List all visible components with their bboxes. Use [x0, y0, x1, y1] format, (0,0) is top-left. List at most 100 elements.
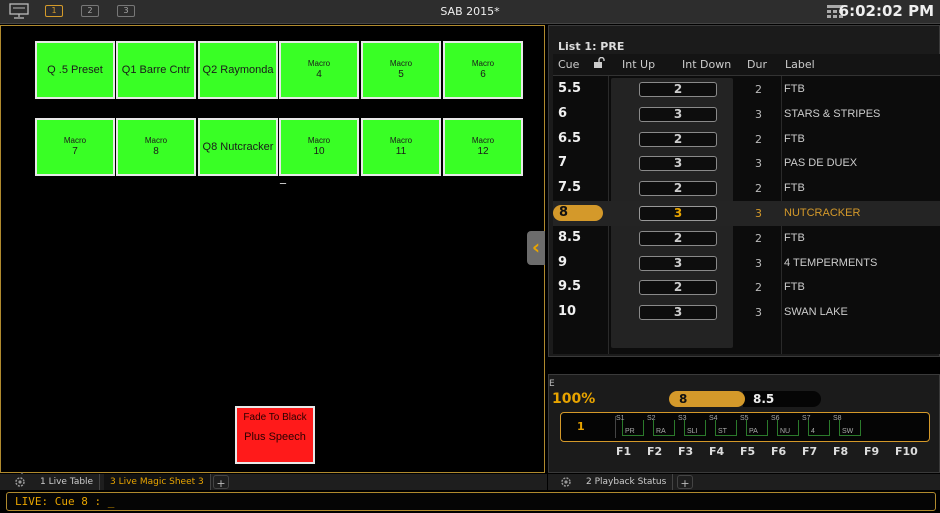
macro-button[interactable]: Macro 7	[35, 118, 115, 176]
macro-button[interactable]: Macro 8	[116, 118, 196, 176]
duration[interactable]: 3	[755, 157, 762, 170]
cue-number[interactable]: 5.5	[558, 81, 581, 96]
cue-row[interactable]: 8.5 2 2 FTB	[553, 226, 940, 251]
cue-number[interactable]: 9.5	[558, 279, 581, 294]
gear-icon[interactable]	[14, 476, 26, 488]
workspace-2-button[interactable]: 2	[81, 5, 99, 17]
fade-to-black-button[interactable]: Fade To Black Plus Speech	[235, 406, 315, 464]
cue-number[interactable]: 8	[553, 205, 603, 221]
monitor-icon[interactable]	[9, 3, 29, 19]
function-key-2[interactable]: F2	[647, 445, 662, 458]
duration[interactable]: 3	[755, 207, 762, 220]
intensity-time[interactable]: 2	[639, 131, 717, 147]
duration[interactable]: 2	[755, 83, 762, 96]
macro-button[interactable]: Macro 11	[361, 118, 441, 176]
cue-label[interactable]: NUTCRACKER	[784, 207, 860, 219]
magic-sheet-cue-button[interactable]: Q8 Nutcracker	[198, 118, 278, 176]
function-key-3[interactable]: F3	[678, 445, 693, 458]
cue-label[interactable]: FTB	[784, 83, 805, 95]
cue-row[interactable]: 7 3 3 PAS DE DUEX	[553, 151, 940, 176]
magic-sheet-cue-button[interactable]: Q .5 Preset	[35, 41, 115, 99]
header-dur[interactable]: Dur	[747, 58, 767, 71]
fader-slot[interactable]: S4 ST	[709, 415, 737, 439]
macro-button[interactable]: Macro 6	[443, 41, 523, 99]
duration[interactable]: 2	[755, 133, 762, 146]
function-key-8[interactable]: F8	[833, 445, 848, 458]
cue-row[interactable]: 6.5 2 2 FTB	[553, 127, 940, 152]
unlock-icon[interactable]	[593, 57, 605, 69]
tab-live-table[interactable]: 1 Live Table	[34, 474, 101, 490]
fader-slot[interactable]: S6 NU	[771, 415, 799, 439]
duration[interactable]: 2	[755, 232, 762, 245]
function-key-7[interactable]: F7	[802, 445, 817, 458]
function-key-10[interactable]: F10	[895, 445, 918, 458]
cue-number[interactable]: 9	[558, 255, 567, 270]
fader-strip[interactable]: 1 S1 PR S2 RA S3 SLI S4 ST S5 PA S6 NU S7 4 S8 SW	[560, 412, 930, 442]
duration[interactable]: 2	[755, 182, 762, 195]
macro-button[interactable]: Macro 5	[361, 41, 441, 99]
intensity-time[interactable]: 3	[639, 305, 717, 321]
cue-number[interactable]: 8.5	[558, 230, 581, 245]
header-int-down[interactable]: Int Down	[682, 58, 731, 71]
fader-slot[interactable]: S7 4	[802, 415, 830, 439]
gear-icon[interactable]	[560, 476, 572, 488]
function-key-1[interactable]: F1	[616, 445, 631, 458]
intensity-time[interactable]: 3	[639, 106, 717, 122]
cue-label[interactable]: FTB	[784, 281, 805, 293]
function-key-6[interactable]: F6	[771, 445, 786, 458]
cue-row[interactable]: 9.5 2 2 FTB	[553, 275, 940, 300]
header-int-up[interactable]: Int Up	[622, 58, 655, 71]
cue-number[interactable]: 6.5	[558, 131, 581, 146]
cue-row[interactable]: 6 3 3 STARS & STRIPES	[553, 102, 940, 127]
intensity-time[interactable]: 2	[639, 82, 717, 97]
cue-label[interactable]: SWAN LAKE	[784, 306, 848, 318]
fader-slot[interactable]: S8 SW	[833, 415, 861, 439]
duration[interactable]: 3	[755, 257, 762, 270]
cue-label[interactable]: 4 TEMPERMENTS	[784, 257, 877, 269]
duration[interactable]: 2	[755, 281, 762, 294]
header-label[interactable]: Label	[785, 58, 815, 71]
cue-row[interactable]: 7.5 2 2 FTB	[553, 176, 940, 201]
function-key-9[interactable]: F9	[864, 445, 879, 458]
duration[interactable]: 3	[755, 108, 762, 121]
add-tab-button[interactable]: +	[213, 475, 229, 490]
intensity-time[interactable]: 2	[639, 230, 717, 246]
workspace-1-button[interactable]: 1	[45, 5, 63, 17]
macro-button[interactable]: Macro 4	[279, 41, 359, 99]
function-key-4[interactable]: F4	[709, 445, 724, 458]
cue-row[interactable]: 10 3 3 SWAN LAKE	[553, 300, 940, 325]
cue-number[interactable]: 7.5	[558, 180, 581, 195]
intensity-time[interactable]: 2	[639, 280, 717, 296]
fader-slot[interactable]: S5 PA	[740, 415, 768, 439]
cue-label[interactable]: FTB	[784, 182, 805, 194]
cue-row[interactable]: 5.5 2 2 FTB	[553, 77, 940, 102]
tab-live-magic-sheet[interactable]: 3 Live Magic Sheet 3	[104, 474, 211, 490]
function-key-5[interactable]: F5	[740, 445, 755, 458]
cue-number[interactable]: 10	[558, 304, 576, 319]
intensity-time[interactable]: 3	[639, 255, 717, 271]
fader-slot[interactable]: S2 RA	[647, 415, 675, 439]
collapse-panel-chevron-icon[interactable]: ‹	[527, 231, 545, 265]
add-tab-button[interactable]: +	[677, 475, 693, 490]
workspace-3-button[interactable]: 3	[117, 5, 135, 17]
cue-label[interactable]: STARS & STRIPES	[784, 108, 880, 120]
cue-row[interactable]: 8 3 3 NUTCRACKER	[553, 201, 940, 226]
magic-sheet-cue-button[interactable]: Q2 Raymonda	[198, 41, 278, 99]
intensity-time[interactable]: 2	[639, 181, 717, 197]
cue-label[interactable]: PAS DE DUEX	[784, 157, 857, 169]
fader-slot[interactable]: S1 PR	[616, 415, 644, 439]
cue-row[interactable]: 9 3 3 4 TEMPERMENTS	[553, 251, 940, 276]
cue-number[interactable]: 6	[558, 106, 567, 121]
command-line[interactable]: LIVE: Cue 8 : _	[6, 492, 936, 511]
duration[interactable]: 3	[755, 306, 762, 319]
fader-slot[interactable]: S3 SLI	[678, 415, 706, 439]
header-cue[interactable]: Cue	[558, 58, 579, 71]
cue-number[interactable]: 7	[558, 155, 567, 170]
macro-button[interactable]: Macro 12	[443, 118, 523, 176]
tab-playback-status[interactable]: 2 Playback Status	[580, 474, 674, 490]
intensity-time[interactable]: 3	[639, 206, 717, 221]
intensity-time[interactable]: 3	[639, 156, 717, 172]
magic-sheet-cue-button[interactable]: Q1 Barre Cntr	[116, 41, 196, 99]
cue-label[interactable]: FTB	[784, 232, 805, 244]
macro-button[interactable]: Macro 10	[279, 118, 359, 176]
